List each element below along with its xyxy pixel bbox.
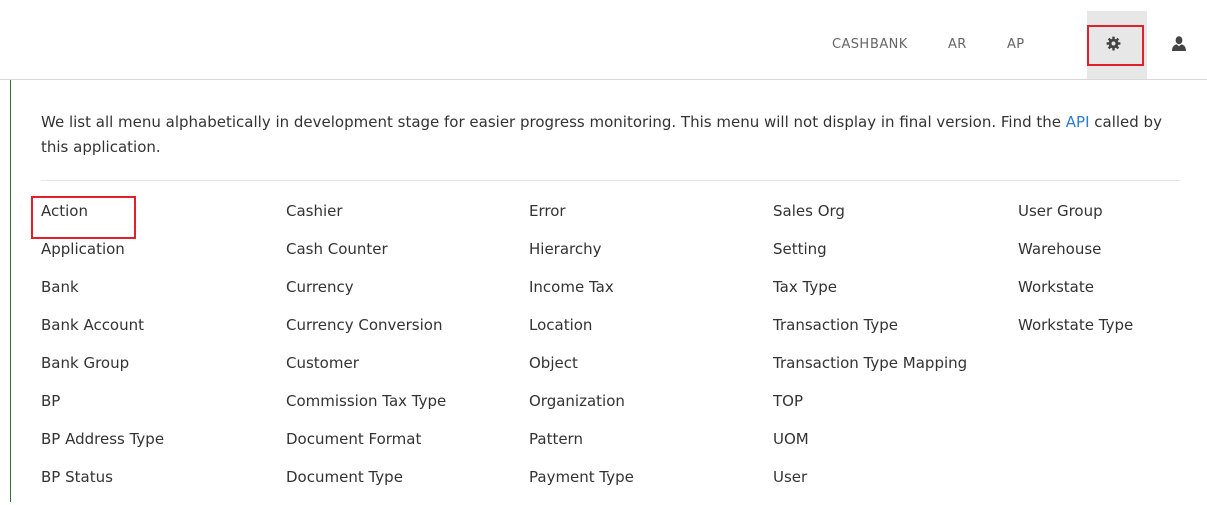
menu-item-bp-address-type[interactable]: BP Address Type	[41, 429, 164, 467]
settings-menu-panel: We list all menu alphabetically in devel…	[11, 80, 1207, 502]
menu-item-currency-conversion[interactable]: Currency Conversion	[286, 315, 446, 353]
api-link[interactable]: API	[1066, 113, 1090, 131]
menu-item-workstate-type[interactable]: Workstate Type	[1018, 315, 1133, 353]
intro-text-before: We list all menu alphabetically in devel…	[41, 113, 1066, 131]
menu-item-warehouse[interactable]: Warehouse	[1018, 239, 1133, 277]
intro-divider	[41, 180, 1181, 181]
menu-item-bp-status[interactable]: BP Status	[41, 467, 164, 505]
menu-item-payment-type[interactable]: Payment Type	[529, 467, 634, 505]
menu-column-1: Action Application Bank Bank Account Ban…	[41, 201, 164, 505]
menu-item-pattern[interactable]: Pattern	[529, 429, 634, 467]
menu-item-bp[interactable]: BP	[41, 391, 164, 429]
menu-item-currency[interactable]: Currency	[286, 277, 446, 315]
menu-item-bank-account[interactable]: Bank Account	[41, 315, 164, 353]
menu-item-user[interactable]: User	[773, 467, 967, 505]
nav-ap[interactable]: AP	[1007, 36, 1025, 54]
menu-item-transaction-type[interactable]: Transaction Type	[773, 315, 967, 353]
menu-item-bank-group[interactable]: Bank Group	[41, 353, 164, 391]
menu-column-5: User Group Warehouse Workstate Workstate…	[1018, 201, 1133, 353]
menu-item-application[interactable]: Application	[41, 239, 164, 277]
menu-item-bank[interactable]: Bank	[41, 277, 164, 315]
menu-item-top[interactable]: TOP	[773, 391, 967, 429]
menu-column-4: Sales Org Setting Tax Type Transaction T…	[773, 201, 967, 505]
menu-item-workstate[interactable]: Workstate	[1018, 277, 1133, 315]
menu-item-transaction-type-mapping[interactable]: Transaction Type Mapping	[773, 353, 967, 391]
menu-item-error[interactable]: Error	[529, 201, 634, 239]
menu-grid: Action Application Bank Bank Account Ban…	[41, 201, 1201, 501]
nav-ar[interactable]: AR	[948, 36, 967, 54]
menu-item-action[interactable]: Action	[41, 201, 164, 239]
menu-item-user-group[interactable]: User Group	[1018, 201, 1133, 239]
menu-item-tax-type[interactable]: Tax Type	[773, 277, 967, 315]
menu-item-hierarchy[interactable]: Hierarchy	[529, 239, 634, 277]
menu-item-income-tax[interactable]: Income Tax	[529, 277, 634, 315]
menu-item-uom[interactable]: UOM	[773, 429, 967, 467]
top-navbar: CASH BANK AR AP	[0, 0, 1207, 79]
user-icon[interactable]	[1172, 36, 1186, 51]
menu-item-organization[interactable]: Organization	[529, 391, 634, 429]
menu-column-3: Error Hierarchy Income Tax Location Obje…	[529, 201, 634, 505]
menu-item-customer[interactable]: Customer	[286, 353, 446, 391]
menu-item-sales-org[interactable]: Sales Org	[773, 201, 967, 239]
nav-bank[interactable]: BANK	[870, 36, 908, 54]
intro-text: We list all menu alphabetically in devel…	[41, 110, 1181, 160]
nav-cash[interactable]: CASH	[832, 36, 870, 54]
menu-column-2: Cashier Cash Counter Currency Currency C…	[286, 201, 446, 505]
menu-item-location[interactable]: Location	[529, 315, 634, 353]
menu-item-cashier[interactable]: Cashier	[286, 201, 446, 239]
menu-item-object[interactable]: Object	[529, 353, 634, 391]
menu-item-commission-tax-type[interactable]: Commission Tax Type	[286, 391, 446, 429]
menu-item-document-format[interactable]: Document Format	[286, 429, 446, 467]
menu-item-setting[interactable]: Setting	[773, 239, 967, 277]
menu-item-cash-counter[interactable]: Cash Counter	[286, 239, 446, 277]
gear-icon[interactable]	[1106, 36, 1121, 51]
menu-item-document-type[interactable]: Document Type	[286, 467, 446, 505]
